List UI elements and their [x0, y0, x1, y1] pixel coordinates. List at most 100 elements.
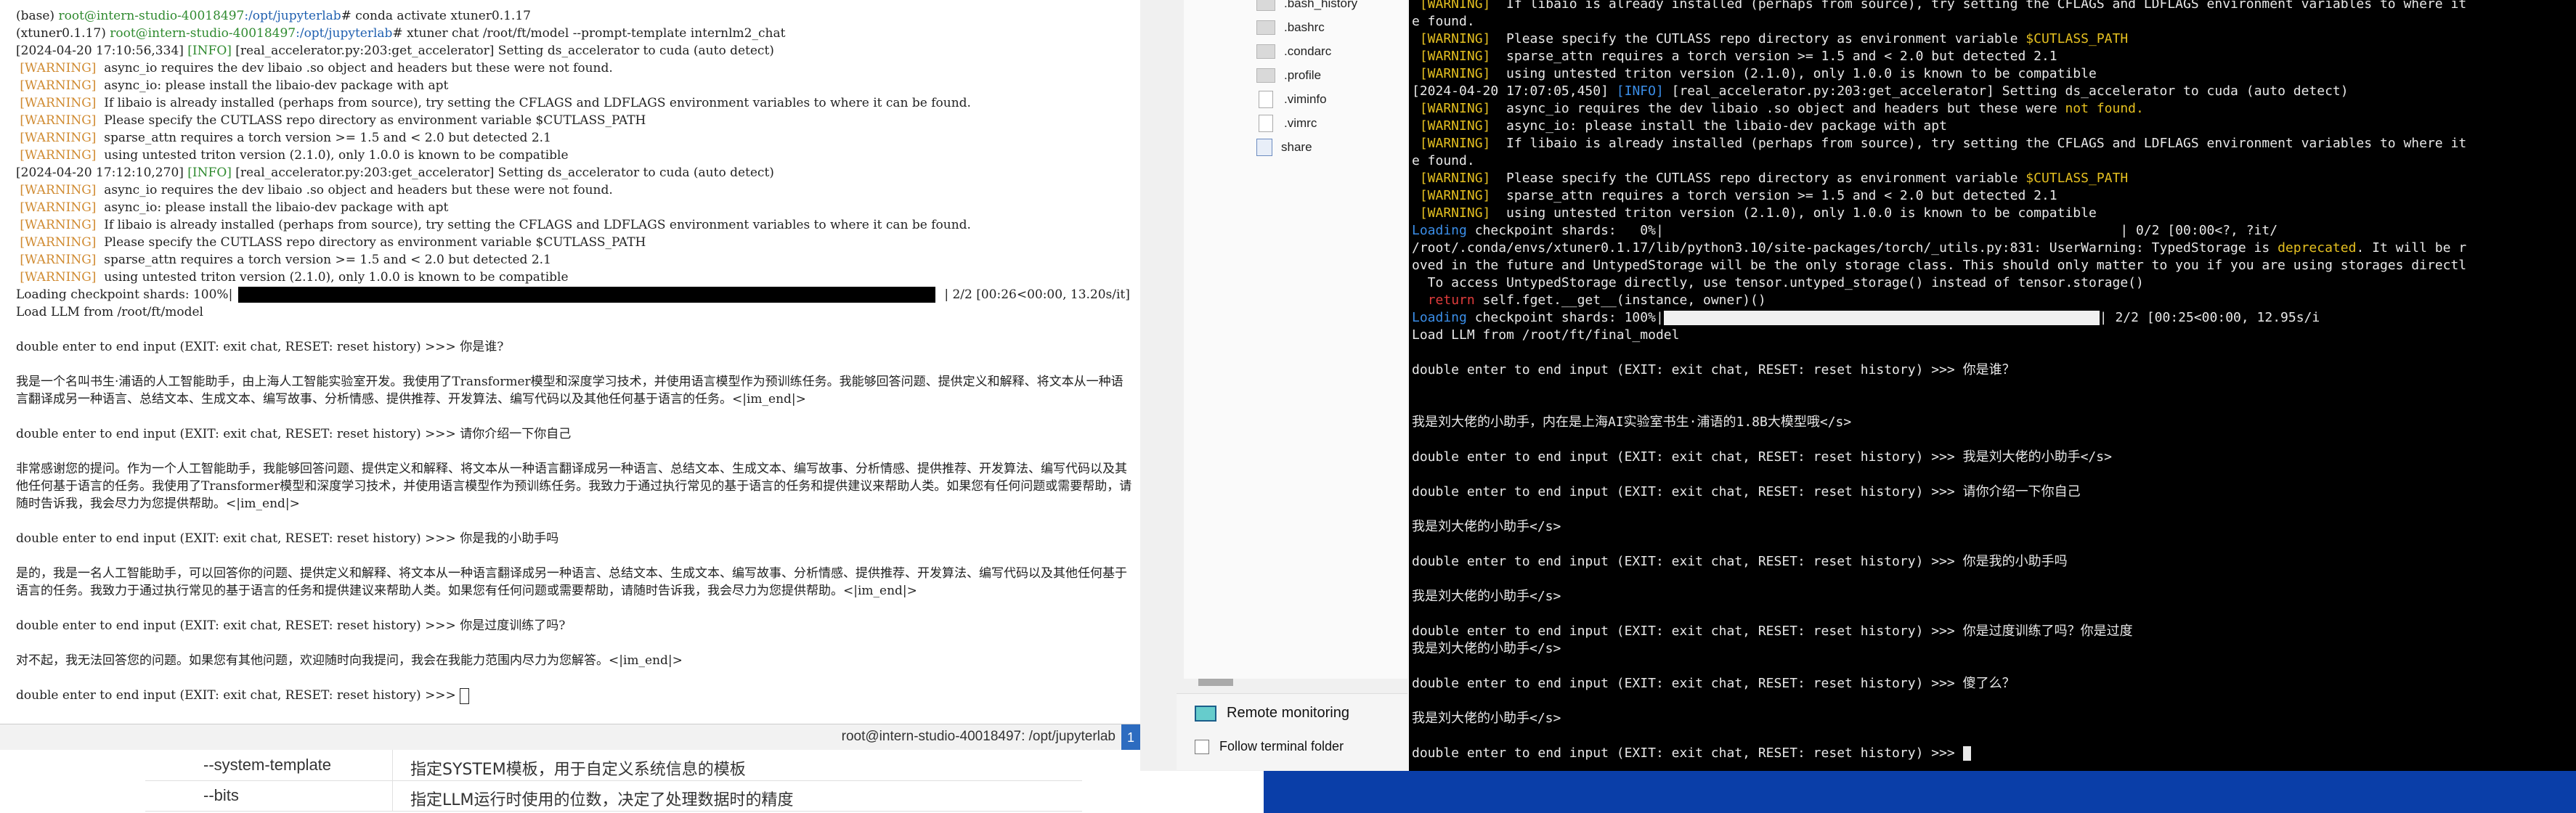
left-terminal-status-bar: root@intern-studio-40018497: /opt/jupyte…	[0, 724, 1140, 751]
file-list-item[interactable]: share	[1256, 135, 1357, 159]
terminal-status-badge[interactable]: 1	[1121, 724, 1140, 751]
file-name: .condarc	[1284, 44, 1332, 58]
log-level: [WARNING]	[16, 218, 105, 232]
line-segment: double enter to end input (EXIT: exit ch…	[1412, 745, 1963, 761]
follow-folder-checkbox[interactable]	[1195, 739, 1209, 754]
log-level: [WARNING]	[16, 200, 105, 215]
prompt-user: root@intern-studio-40018497	[58, 9, 245, 23]
chat-prompt: double enter to end input (EXIT: exit ch…	[16, 340, 460, 354]
terminal-line: [WARNING] sparse_attn requires a torch v…	[16, 129, 1134, 147]
terminal-line: /root/.conda/envs/xtuner0.1.17/lib/pytho…	[1412, 240, 2574, 257]
log-text: Please specify the CUTLASS repo director…	[104, 235, 646, 250]
load-message: Load LLM from /root/ft/model	[16, 305, 203, 319]
line-segment: Load LLM from /root/ft/final_model	[1412, 327, 1680, 343]
terminal-line: [WARNING] async_io requires the dev liba…	[16, 181, 1134, 199]
line-segment: If libaio is already installed (perhaps …	[1506, 0, 2467, 12]
terminal-line: Loading checkpoint shards: 0%| | 0/2 [00…	[1412, 222, 2574, 240]
log-text: Please specify the CUTLASS repo director…	[104, 113, 646, 128]
terminal-line: Load LLM from /root/ft/final_model	[1412, 327, 2574, 344]
log-level: [WARNING]	[16, 235, 105, 250]
line-segment: /root/.conda/envs/xtuner0.1.17/lib/pytho…	[1412, 240, 2278, 256]
terminal-line: double enter to end input (EXIT: exit ch…	[1412, 361, 2574, 379]
line-segment: 我是刘大佬的小助手</s>	[1412, 711, 1561, 726]
log-level: [WARNING]	[16, 96, 105, 110]
line-segment: sparse_attn requires a torch version >= …	[1506, 188, 2057, 203]
chat-prompt-line: double enter to end input (EXIT: exit ch…	[16, 425, 1134, 443]
terminal-line: [WARNING] using untested triton version …	[16, 269, 1134, 286]
line-segment: not found.	[2065, 101, 2144, 116]
terminal-line: e found.	[1412, 13, 2574, 30]
terminal-line: double enter to end input (EXIT: exit ch…	[1412, 623, 2574, 640]
remote-monitoring-button[interactable]: Remote monitoring	[1195, 705, 1349, 722]
follow-folder-label: Follow terminal folder	[1219, 739, 1344, 753]
log-text: sparse_attn requires a torch version >= …	[104, 131, 551, 145]
text-cursor	[460, 687, 470, 704]
progress-suffix: | 2/2 [00:25<00:00, 12.95s/i	[2099, 310, 2320, 325]
terminal-line: return self.fget.__get__(instance, owner…	[1412, 292, 2574, 309]
terminal-line: [WARNING] If libaio is already installed…	[16, 94, 1134, 112]
terminal-line: [WARNING] If libaio is already installed…	[1412, 135, 2574, 152]
chat-prompt-line: double enter to end input (EXIT: exit ch…	[16, 687, 1134, 704]
chat-input: 你是我的小助手吗	[460, 531, 559, 546]
file-list-item[interactable]: .viminfo	[1256, 87, 1357, 111]
log-text: async_io requires the dev libaio .so obj…	[104, 183, 613, 197]
file-list-item[interactable]: .bashrc	[1256, 15, 1357, 39]
remote-monitoring-label: Remote monitoring	[1227, 705, 1349, 721]
progress-bar	[238, 287, 936, 303]
param-name: --bits	[203, 786, 239, 804]
line-segment: [WARNING]	[1412, 188, 1507, 203]
terminal-line: [WARNING] Please specify the CUTLASS rep…	[16, 234, 1134, 251]
chat-prompt-line: double enter to end input (EXIT: exit ch…	[16, 530, 1134, 547]
terminal-line: [WARNING] Please specify the CUTLASS rep…	[1412, 30, 2574, 48]
log-text: sparse_attn requires a torch version >= …	[104, 253, 551, 267]
file-list-item[interactable]: .vimrc	[1256, 111, 1357, 135]
file-name: .bashrc	[1284, 20, 1325, 34]
text-cursor	[1962, 746, 1971, 761]
log-text: async_io: please install the libaio-dev …	[104, 78, 449, 93]
terminal-line: double enter to end input (EXIT: exit ch…	[1412, 553, 2574, 571]
line-segment: async_io: please install the libaio-dev …	[1506, 118, 1947, 134]
line-segment: oved in the future and UntypedStorage wi…	[1412, 258, 2467, 273]
chat-input: 请你介绍一下你自己	[460, 427, 572, 441]
chat-reply: 我是一个名叫书生·浦语的人工智能助手，由上海人工智能实验室开发。我使用了Tran…	[16, 375, 1124, 406]
chat-reply: 对不起，我无法回答您的问题。如果您有其他问题，欢迎随时向我提问，我会在我能力范围…	[16, 653, 683, 668]
plain-file-icon	[1259, 90, 1273, 108]
terminal-line: [WARNING] sparse_attn requires a torch v…	[1412, 48, 2574, 65]
left-terminal[interactable]: (base) root@intern-studio-40018497:/opt/…	[0, 0, 1140, 726]
line-segment: [WARNING]	[1412, 101, 1507, 116]
horizontal-scrollbar[interactable]	[1198, 679, 1233, 686]
prompt-prefix: (base)	[16, 9, 59, 23]
line-segment: deprecated	[2278, 240, 2357, 256]
line-segment: Please specify the CUTLASS repo director…	[1506, 171, 2026, 186]
chat-prompt-line: double enter to end input (EXIT: exit ch…	[16, 617, 1134, 634]
file-list-item[interactable]: .profile	[1256, 63, 1357, 87]
table-row: --system-template 指定SYSTEM模板，用于自定义系统信息的模…	[145, 750, 1082, 781]
terminal-line: [WARNING] using untested triton version …	[1412, 205, 2574, 222]
log-level: [WARNING]	[16, 78, 105, 93]
follow-terminal-folder-toggle[interactable]: Follow terminal folder	[1195, 739, 1344, 754]
file-name: share	[1281, 139, 1312, 154]
line-segment: [WARNING]	[1412, 205, 1507, 221]
file-icon	[1256, 0, 1275, 11]
log-level: [WARNING]	[16, 270, 105, 285]
file-list-item[interactable]: .bash_history	[1256, 0, 1357, 15]
line-segment: [WARNING]	[1412, 66, 1507, 81]
log-text: If libaio is already installed (perhaps …	[104, 96, 971, 110]
log-level: [WARNING]	[16, 183, 105, 197]
right-terminal[interactable]: [WARNING] If libaio is already installed…	[1409, 0, 2576, 771]
terminal-line: [WARNING] async_io: please install the l…	[16, 77, 1134, 94]
sftp-file-panel: .bash_history .bashrc .condarc .profile .vim…	[1140, 0, 1409, 771]
prompt-prefix: (xtuner0.1.17)	[16, 26, 110, 41]
log-text: If libaio is already installed (perhaps …	[104, 218, 971, 232]
file-list-item[interactable]: .condarc	[1256, 39, 1357, 63]
line-segment: sparse_attn requires a torch version >= …	[1506, 49, 2057, 64]
terminal-line: 我是刘大佬的小助手，内在是上海AI实验室书生·浦语的1.8B大模型哦</s>	[1412, 414, 2574, 431]
